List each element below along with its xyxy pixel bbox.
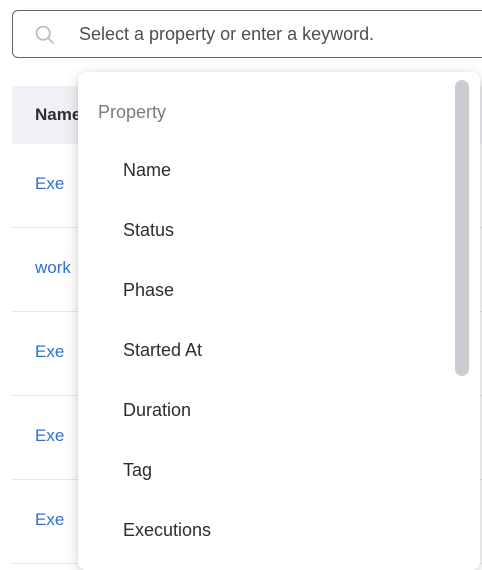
workflow-list-page: Name : Exe : work : Exe / Exe : Exe : Pr… <box>0 0 482 570</box>
dropdown-group-title: Property <box>98 102 167 122</box>
dropdown-item-started-at[interactable]: Started At <box>78 330 454 374</box>
dropdown-item-name[interactable]: Name <box>78 150 454 194</box>
dropdown-item-label: Executions <box>123 520 212 540</box>
property-dropdown[interactable]: Property Name Status Phase Started At Du… <box>78 72 480 570</box>
dropdown-item-phase[interactable]: Phase <box>78 270 454 314</box>
dropdown-item-label: Duration <box>123 400 192 420</box>
dropdown-item-status[interactable]: Status <box>78 210 454 254</box>
dropdown-item-tag[interactable]: Tag <box>78 450 454 494</box>
dropdown-item-label: Phase <box>123 280 175 300</box>
workflow-name-link[interactable]: Exe <box>35 174 64 194</box>
workflow-name-link[interactable]: Exe <box>35 426 64 446</box>
workflow-name-link[interactable]: work <box>35 258 71 278</box>
dropdown-item-label: Tag <box>123 460 153 480</box>
search-input[interactable] <box>79 19 482 49</box>
dropdown-item-label: Status <box>123 220 175 240</box>
workflow-name-link[interactable]: Exe <box>35 342 64 362</box>
column-header-name[interactable]: Name <box>35 105 81 125</box>
dropdown-item-executions[interactable]: Executions <box>78 510 454 554</box>
dropdown-item-label: Name <box>123 160 172 180</box>
workflow-name-link[interactable]: Exe <box>35 510 64 530</box>
dropdown-item-label: Started At <box>123 340 203 360</box>
search-icon <box>35 25 54 44</box>
dropdown-scrollbar-thumb[interactable] <box>455 80 469 376</box>
search-bar[interactable] <box>12 10 482 58</box>
dropdown-item-duration[interactable]: Duration <box>78 390 454 434</box>
